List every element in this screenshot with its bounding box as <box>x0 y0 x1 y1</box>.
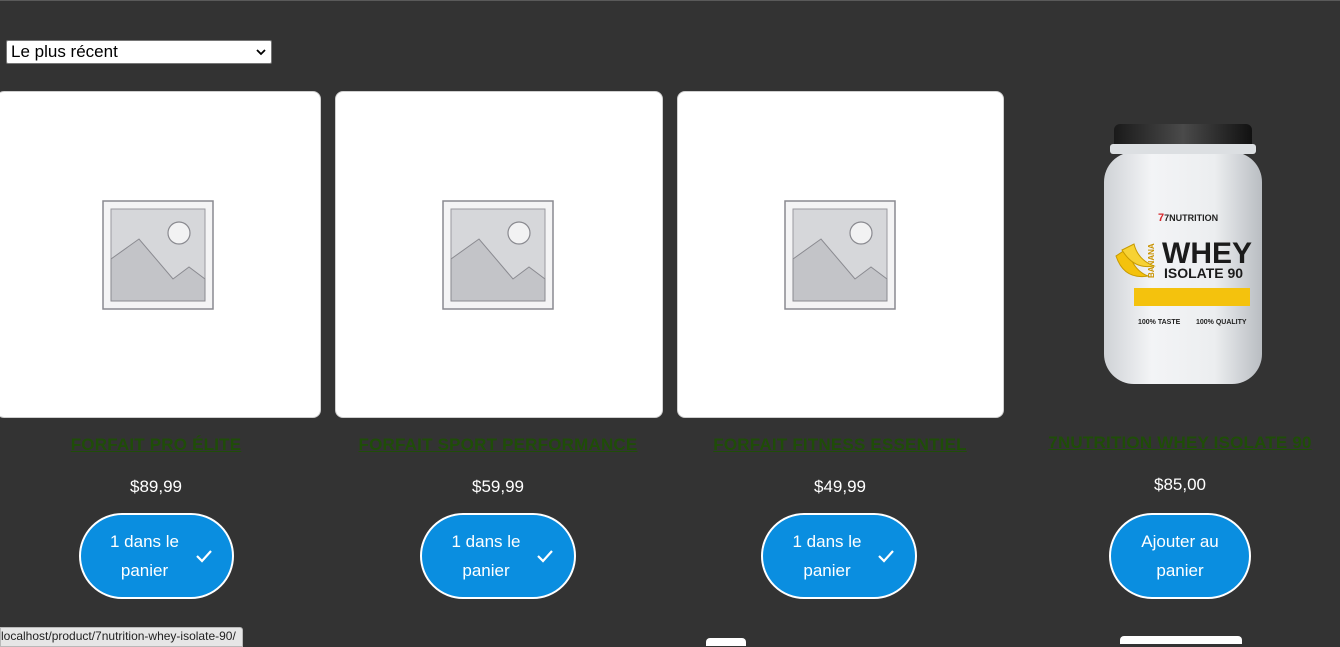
button-label-line: 1 dans le <box>110 532 179 551</box>
whey-badge-taste: 100% TASTE <box>1138 319 1181 326</box>
image-placeholder-icon <box>101 199 214 310</box>
product-price: $89,99 <box>130 477 182 496</box>
product-title-link[interactable]: FORFAIT PRO ÉLITE <box>71 435 242 455</box>
next-row-product-peek <box>1120 636 1242 644</box>
button-label-line: panier <box>1156 561 1204 580</box>
button-label-line: 1 dans le <box>792 532 862 551</box>
product-price: $59,99 <box>472 477 524 496</box>
checkmark-icon <box>195 550 212 563</box>
image-placeholder-icon <box>442 199 554 310</box>
add-to-cart-button[interactable]: Ajouter au panier <box>1109 513 1251 599</box>
product-image[interactable] <box>677 91 1004 418</box>
button-label-line: panier <box>803 561 851 580</box>
whey-isolate-text: ISOLATE 90 <box>1164 265 1243 281</box>
top-divider <box>0 0 1340 1</box>
product-title-link[interactable]: FORFAIT SPORT PERFORMANCE <box>359 435 638 455</box>
in-cart-button[interactable]: 1 dans le panier <box>761 513 917 599</box>
status-bar-url: localhost/product/7nutrition-whey-isolat… <box>0 627 243 647</box>
image-placeholder-icon <box>783 199 896 310</box>
sort-order-select[interactable]: Le plus récent <box>6 40 272 64</box>
whey-badge-quality: 100% QUALITY <box>1196 319 1247 326</box>
product-price: $85,00 <box>1154 475 1206 494</box>
sort-selected-value: Le plus récent <box>11 42 118 61</box>
product-image[interactable] <box>0 91 321 418</box>
whey-tub-image[interactable]: 77NUTRITION WHEY ISOLATE 90 BANANA 100% … <box>1098 120 1268 390</box>
checkmark-icon <box>537 550 553 563</box>
button-label-line: panier <box>120 561 169 580</box>
whey-brand-text: 77NUTRITION <box>1158 212 1218 224</box>
button-label-line: 1 dans le <box>451 532 521 551</box>
button-label-line: panier <box>462 561 510 580</box>
product-title-link[interactable]: FORFAIT FITNESS ESSENTIEL <box>713 435 966 455</box>
whey-flavor-text: BANANA <box>1147 243 1156 278</box>
next-row-product-peek <box>706 638 746 646</box>
checkmark-icon <box>878 550 894 563</box>
product-price: $49,99 <box>814 477 866 496</box>
button-label-line: Ajouter au <box>1141 532 1219 551</box>
in-cart-button[interactable]: 1 dans le panier <box>420 513 576 599</box>
in-cart-button[interactable]: 1 dans le panier <box>79 513 234 599</box>
product-title-link[interactable]: 7NUTRITION WHEY ISOLATE 90 <box>1048 433 1311 453</box>
chevron-down-icon <box>256 49 266 56</box>
product-image[interactable] <box>335 91 663 418</box>
